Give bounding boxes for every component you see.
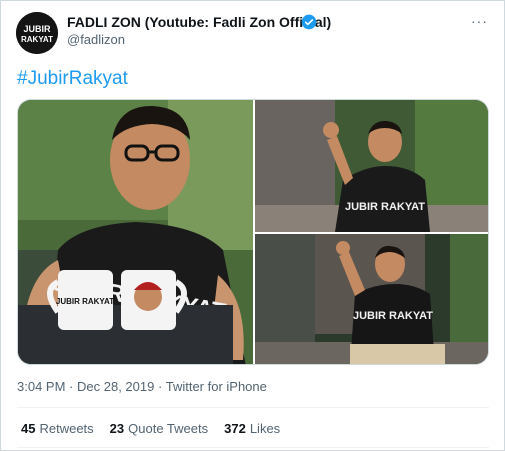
shirt-text: JUBIR RAKYAT xyxy=(353,310,433,322)
shirt-text: JUBIR RAKYAT xyxy=(345,201,425,213)
quote-tweets-label: Quote Tweets xyxy=(128,421,209,436)
likes-stat[interactable]: 372 Likes xyxy=(224,421,280,436)
hashtag-link[interactable]: #JubirRakyat xyxy=(17,68,128,90)
photo-3[interactable]: JUBIR RAKYAT xyxy=(255,234,488,364)
quote-tweets-stat[interactable]: 23 Quote Tweets xyxy=(110,421,208,436)
mug-text: JUBIR RAKYAT xyxy=(56,297,114,306)
tweet-time[interactable]: 3:04 PM xyxy=(17,379,65,394)
tweet-date[interactable]: Dec 28, 2019 xyxy=(77,379,154,394)
retweets-count: 45 xyxy=(21,421,36,436)
tweet-source[interactable]: Twitter for iPhone xyxy=(166,379,267,394)
user-handle[interactable]: @fadlizon xyxy=(67,32,125,47)
verified-badge-icon xyxy=(301,14,317,30)
separator-dot: · xyxy=(157,379,163,394)
photo-1[interactable]: JUBIR RAKYAT JUBIR RAKYAT xyxy=(18,100,253,364)
avatar[interactable]: JUBIR RAKYAT xyxy=(16,12,58,54)
separator-dot: · xyxy=(69,379,74,394)
svg-text:RAKYAT: RAKYAT xyxy=(21,35,53,44)
photo-2[interactable]: JUBIR RAKYAT xyxy=(255,100,488,232)
engagement-stats: 45 Retweets 23 Quote Tweets 372 Likes xyxy=(21,421,280,436)
more-options-icon[interactable]: ··· xyxy=(471,13,488,29)
display-name[interactable]: FADLI ZON (Youtube: Fadli Zon Official) xyxy=(67,14,331,30)
svg-text:JUBIR: JUBIR xyxy=(23,24,51,34)
likes-label: Likes xyxy=(249,421,281,436)
retweets-label: Retweets xyxy=(39,421,94,436)
media-grid: JUBIR RAKYAT JUBIR RAKYAT xyxy=(17,99,489,365)
divider xyxy=(17,447,489,448)
retweets-stat[interactable]: 45 Retweets xyxy=(21,421,94,436)
jubir-rakyat-logo-icon: JUBIR RAKYAT xyxy=(16,12,58,54)
tweet-meta: 3:04 PM · Dec 28, 2019 · Twitter for iPh… xyxy=(17,379,267,394)
quote-tweets-count: 23 xyxy=(109,421,125,436)
likes-count: 372 xyxy=(224,421,246,436)
tweet-card: JUBIR RAKYAT FADLI ZON (Youtube: Fadli Z… xyxy=(0,0,505,451)
divider xyxy=(17,407,489,408)
